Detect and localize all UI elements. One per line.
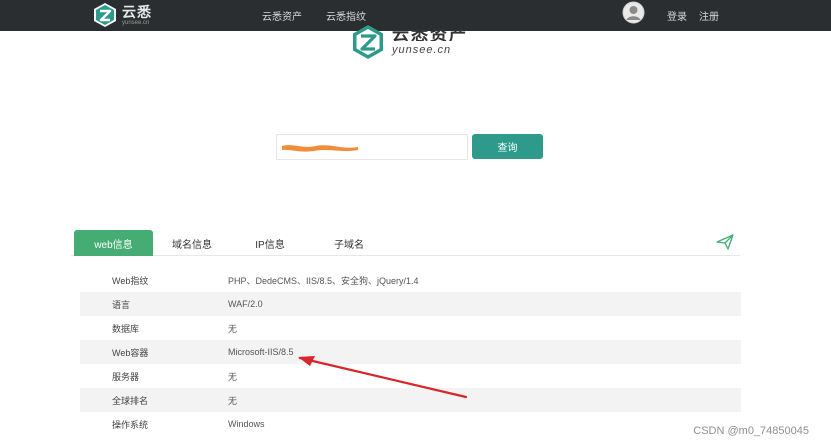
web-info-table: Web指纹 PHP、DedeCMS、IIS/8.5、安全狗、jQuery/1.4…: [80, 268, 741, 436]
row-key: Web指纹: [112, 275, 149, 286]
csdn-watermark: CSDN @m0_74850045: [693, 425, 809, 437]
row-key: 操作系统: [112, 419, 149, 430]
brand-logo[interactable]: 云悉 yunsee.cn: [92, 1, 152, 29]
yunsee-logo-icon: [94, 3, 116, 27]
info-tabs: web信息 域名信息 IP信息 子域名: [71, 230, 740, 256]
nav-link-fingerprint[interactable]: 云悉指纹: [326, 8, 366, 23]
row-value: Microsoft-IIS/8.5: [228, 347, 294, 357]
row-key: 服务器: [112, 371, 140, 382]
table-row: 数据库 无: [80, 316, 741, 340]
nav-link-assets[interactable]: 云悉资产: [262, 8, 302, 23]
table-row: Web容器 Microsoft-IIS/8.5: [80, 340, 741, 364]
tab-ip-info[interactable]: IP信息: [247, 230, 293, 256]
row-value: WAF/2.0: [228, 299, 263, 309]
search-button[interactable]: 查询: [472, 134, 543, 159]
hero-logo: 云悉资产 yunsee.cn: [350, 24, 468, 60]
row-value: PHP、DedeCMS、IIS/8.5、安全狗、jQuery/1.4: [228, 275, 419, 286]
paper-plane-icon[interactable]: [716, 234, 734, 250]
login-link[interactable]: 登录: [667, 8, 687, 23]
table-row: 语言 WAF/2.0: [80, 292, 741, 316]
table-row: 服务器 无: [80, 364, 741, 388]
tab-web-info[interactable]: web信息: [74, 230, 153, 256]
row-value: 无: [228, 371, 238, 382]
brand-subtitle: yunsee.cn: [122, 19, 150, 26]
row-value: Windows: [228, 419, 265, 429]
user-avatar-icon[interactable]: [622, 1, 645, 24]
row-key: 全球排名: [112, 395, 149, 406]
tab-domain-info[interactable]: 域名信息: [163, 230, 221, 256]
row-key: 语言: [112, 299, 131, 310]
table-row: 操作系统 Windows: [80, 412, 741, 436]
row-key: Web容器: [112, 347, 149, 358]
tab-subdomains[interactable]: 子域名: [326, 230, 372, 256]
register-link[interactable]: 注册: [699, 8, 719, 23]
hero-title: 云悉资产: [392, 28, 468, 41]
table-row: 全球排名 无: [80, 388, 741, 412]
row-value: 无: [228, 323, 238, 334]
row-value: 无: [228, 395, 238, 406]
row-key: 数据库: [112, 323, 140, 334]
hero-subtitle: yunsee.cn: [392, 43, 452, 56]
brand-name: 云悉: [122, 3, 152, 20]
yunsee-hero-logo-icon: [353, 25, 383, 59]
redaction-scribble: [282, 145, 358, 152]
table-row: Web指纹 PHP、DedeCMS、IIS/8.5、安全狗、jQuery/1.4: [80, 268, 741, 292]
